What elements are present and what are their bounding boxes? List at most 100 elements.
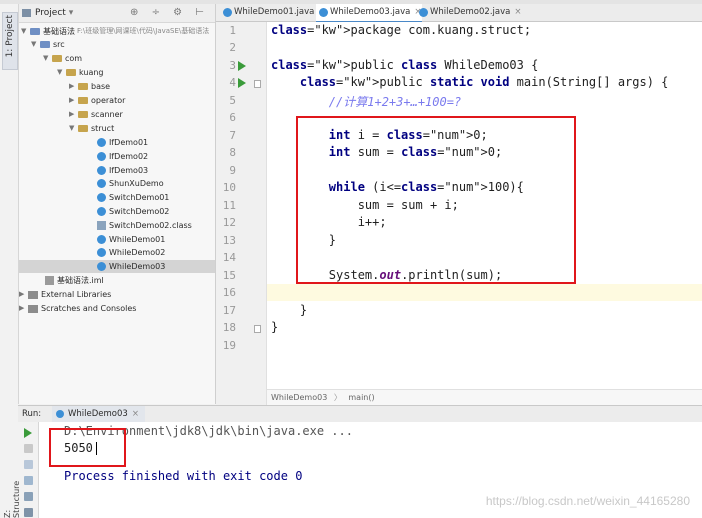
tree-item-struct[interactable]: ▼ struct [69,122,114,135]
tree-item-external-libraries[interactable]: ▶ External Libraries [19,288,111,301]
package-icon [52,55,62,62]
java-class-icon [97,179,106,188]
code-line: class="kw">package com.kuang.struct; [271,23,532,37]
source-folder-icon [40,41,50,48]
tree-item-ifdemo03[interactable]: IfDemo03 [97,164,148,177]
editor-tab-bar: WhileDemo01.java× WhileDemo03.java× Whil… [216,4,702,23]
tree-item-shunxudemo[interactable]: ShunXuDemo [97,177,164,190]
line-number: 4 [229,76,236,89]
output-highlight-box [49,428,126,467]
java-class-icon [97,166,106,175]
chevron-down-icon[interactable]: ▾ [69,8,74,18]
line-number: 8 [229,146,236,159]
tree-item-scanner[interactable]: ▶ scanner [69,108,123,121]
module-folder-icon [30,28,40,35]
breadcrumb-class[interactable]: WhileDemo03 [271,393,327,402]
stop-icon[interactable] [24,444,33,453]
tree-item-switchdemo02[interactable]: SwitchDemo02 [97,205,169,218]
package-icon [78,83,88,90]
tree-item-whiledemo01[interactable]: WhileDemo01 [97,233,165,246]
line-number: 3 [229,59,236,72]
chevron-right-icon[interactable]: ▶ [69,80,78,93]
code-line: } [271,303,308,317]
run-toolbar [18,422,39,518]
line-number: 16 [222,286,236,299]
chevron-right-icon[interactable]: ▶ [69,108,78,121]
restore-layout-icon[interactable] [24,460,33,469]
tab-run-whiledemo03[interactable]: WhileDemo03 × [52,406,145,422]
line-number: 11 [222,199,236,212]
package-icon [78,97,88,104]
tree-item-base[interactable]: ▶ base [69,80,110,93]
tree-item-ifdemo01[interactable]: IfDemo01 [97,136,148,149]
class-file-icon [97,221,106,230]
project-toolwindow-label: 1: Project [5,15,15,58]
left-tool-strip: 1: Project [0,4,19,404]
breadcrumb-method[interactable]: main() [348,393,374,402]
tree-item-whiledemo03[interactable]: WhileDemo03 [19,260,215,273]
tree-item-module[interactable]: ▼ 基础语法 F:\班级管理\网课班\代码\JavaSE\基础语法 [21,25,209,38]
chevron-right-icon[interactable]: ▶ [19,288,28,301]
run-method-icon[interactable] [238,78,246,88]
java-class-icon [97,207,106,216]
tab-whiledemo01[interactable]: WhileDemo01.java× [220,4,325,21]
tab-whiledemo02[interactable]: WhileDemo02.java × [416,4,522,21]
chevron-right-icon[interactable]: ▶ [69,94,78,107]
tree-item-kuang[interactable]: ▼ kuang [57,66,104,79]
package-icon [66,69,76,76]
line-number: 6 [229,111,236,124]
tree-item-com[interactable]: ▼ com [43,52,82,65]
close-icon[interactable]: × [514,7,521,17]
tab-whiledemo03[interactable]: WhileDemo03.java × [316,4,422,23]
clear-all-icon[interactable] [24,508,33,517]
package-icon [78,125,88,132]
run-panel-header: Run: WhileDemo03 × [18,405,702,423]
watermark: https://blog.csdn.net/weixin_44165280 [485,494,690,508]
structure-toolwindow-label: Z: Structure [3,480,21,518]
chevron-down-icon[interactable]: ▼ [21,25,30,38]
line-number: 14 [222,251,236,264]
project-toolwindow-tab[interactable]: 1: Project [2,12,18,70]
fold-marker-icon[interactable] [254,325,261,333]
code-line: } [271,320,279,334]
scroll-to-end-icon[interactable] [24,476,33,485]
console-exit-line: Process finished with exit code 0 [64,469,303,483]
code-highlight-box [296,116,576,284]
tree-item-src[interactable]: ▼ src [31,38,65,51]
library-icon [28,290,38,299]
tree-item-operator[interactable]: ▶ operator [69,94,125,107]
tree-item-scratches[interactable]: ▶ Scratches and Consoles [19,302,136,315]
project-view-icon [22,9,31,17]
java-class-icon [97,262,106,271]
structure-toolwindow-tab[interactable]: Z: Structure [0,470,21,518]
scratches-icon [28,304,38,313]
line-number: 17 [222,304,236,317]
chevron-right-icon[interactable]: ▶ [19,302,28,315]
module-file-icon [45,276,54,285]
tree-item-switchdemo02-class[interactable]: SwitchDemo02.class [97,219,192,232]
code-line: class="kw">public static void main(Strin… [299,75,669,89]
chevron-down-icon[interactable]: ▼ [31,38,40,51]
line-number: 7 [229,129,236,142]
rerun-icon[interactable] [24,428,32,438]
project-panel: Project ▾ ⊕ ÷ ⚙ ⊢ ▼ 基础语法 F:\班级管理\网课班\代码\… [19,4,216,404]
tree-item-switchdemo01[interactable]: SwitchDemo01 [97,191,169,204]
tree-item-iml[interactable]: 基础语法.iml [45,274,104,287]
code-line: class="kw">public class WhileDemo03 { [271,58,539,72]
close-icon[interactable]: × [132,409,139,419]
chevron-down-icon[interactable]: ▼ [43,52,52,65]
project-panel-title[interactable]: Project [35,8,66,18]
tree-item-whiledemo02[interactable]: WhileDemo02 [97,246,165,259]
tree-item-ifdemo02[interactable]: IfDemo02 [97,150,148,163]
line-number: 18 [222,321,236,334]
line-number: 2 [229,41,236,54]
chevron-down-icon[interactable]: ▼ [69,122,78,135]
line-number: 1 [229,24,236,37]
project-panel-tools[interactable]: ⊕ ÷ ⚙ ⊢ [130,7,209,18]
code-comment: //计算1+2+3+…+100=? [271,95,462,109]
run-class-icon[interactable] [238,61,246,71]
print-icon[interactable] [24,492,33,501]
chevron-down-icon[interactable]: ▼ [57,66,66,79]
line-number: 15 [222,269,236,282]
fold-marker-icon[interactable] [254,80,261,88]
